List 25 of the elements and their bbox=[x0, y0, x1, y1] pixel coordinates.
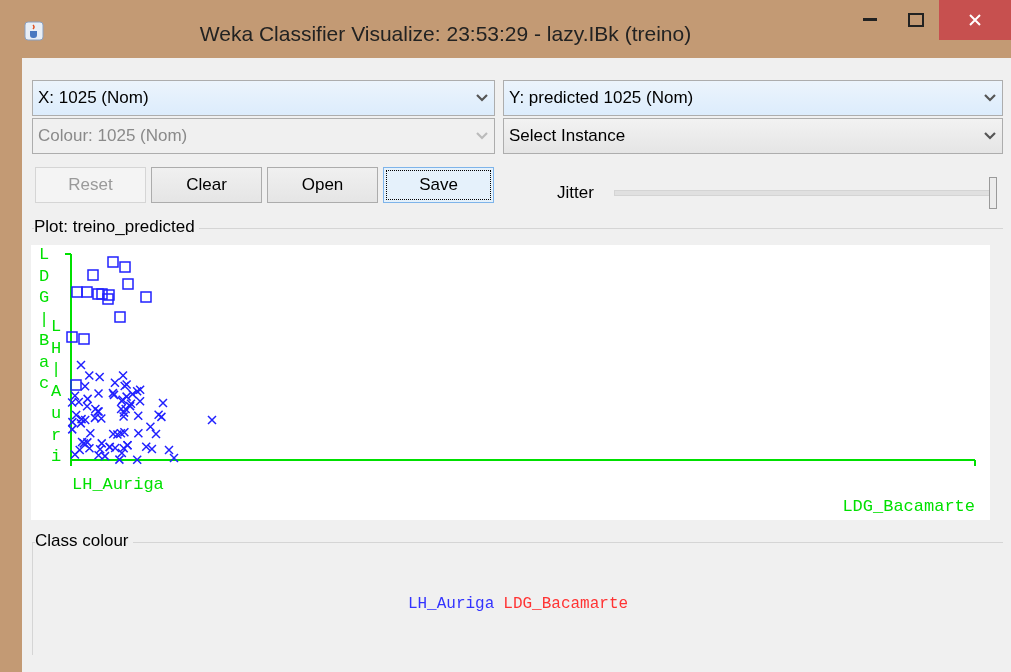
y-axis-label: LDG|Bac bbox=[39, 245, 50, 393]
chevron-icon bbox=[984, 94, 996, 102]
close-icon bbox=[968, 13, 982, 27]
jitter-slider[interactable] bbox=[613, 176, 997, 210]
legend-label: LH_Auriga bbox=[407, 595, 495, 613]
x-axis-label: LH_Auriga bbox=[72, 475, 164, 494]
legend-label: LDG_Bacamarte bbox=[503, 595, 629, 613]
minimize-icon bbox=[863, 18, 877, 22]
window-title: Weka Classifier Visualize: 23:53:29 - lazy.IBk (treino) bbox=[198, 22, 693, 46]
maximize-icon bbox=[908, 13, 924, 27]
slider-thumb[interactable] bbox=[988, 177, 997, 209]
java-cup-icon bbox=[24, 21, 44, 41]
toolbar-button[interactable]: Clear bbox=[151, 167, 262, 203]
jitter-label: Jitter bbox=[557, 183, 594, 203]
chevron-icon bbox=[476, 132, 488, 140]
chevron-icon bbox=[476, 94, 488, 102]
y-axis-label: LH|Auri bbox=[51, 317, 62, 467]
dropdown[interactable]: Select Instance bbox=[503, 118, 1003, 154]
toolbar-button[interactable]: Open bbox=[267, 167, 378, 203]
plot-title: Plot: treino_predicted bbox=[34, 217, 199, 237]
toolbar-button[interactable]: Save bbox=[383, 167, 494, 203]
x-axis-label: LDG_Bacamarte bbox=[842, 497, 975, 516]
dropdown[interactable]: X: 1025 (Nom) bbox=[32, 80, 495, 116]
chevron-icon bbox=[984, 132, 996, 140]
dropdown[interactable]: Y: predicted 1025 (Nom) bbox=[503, 80, 1003, 116]
